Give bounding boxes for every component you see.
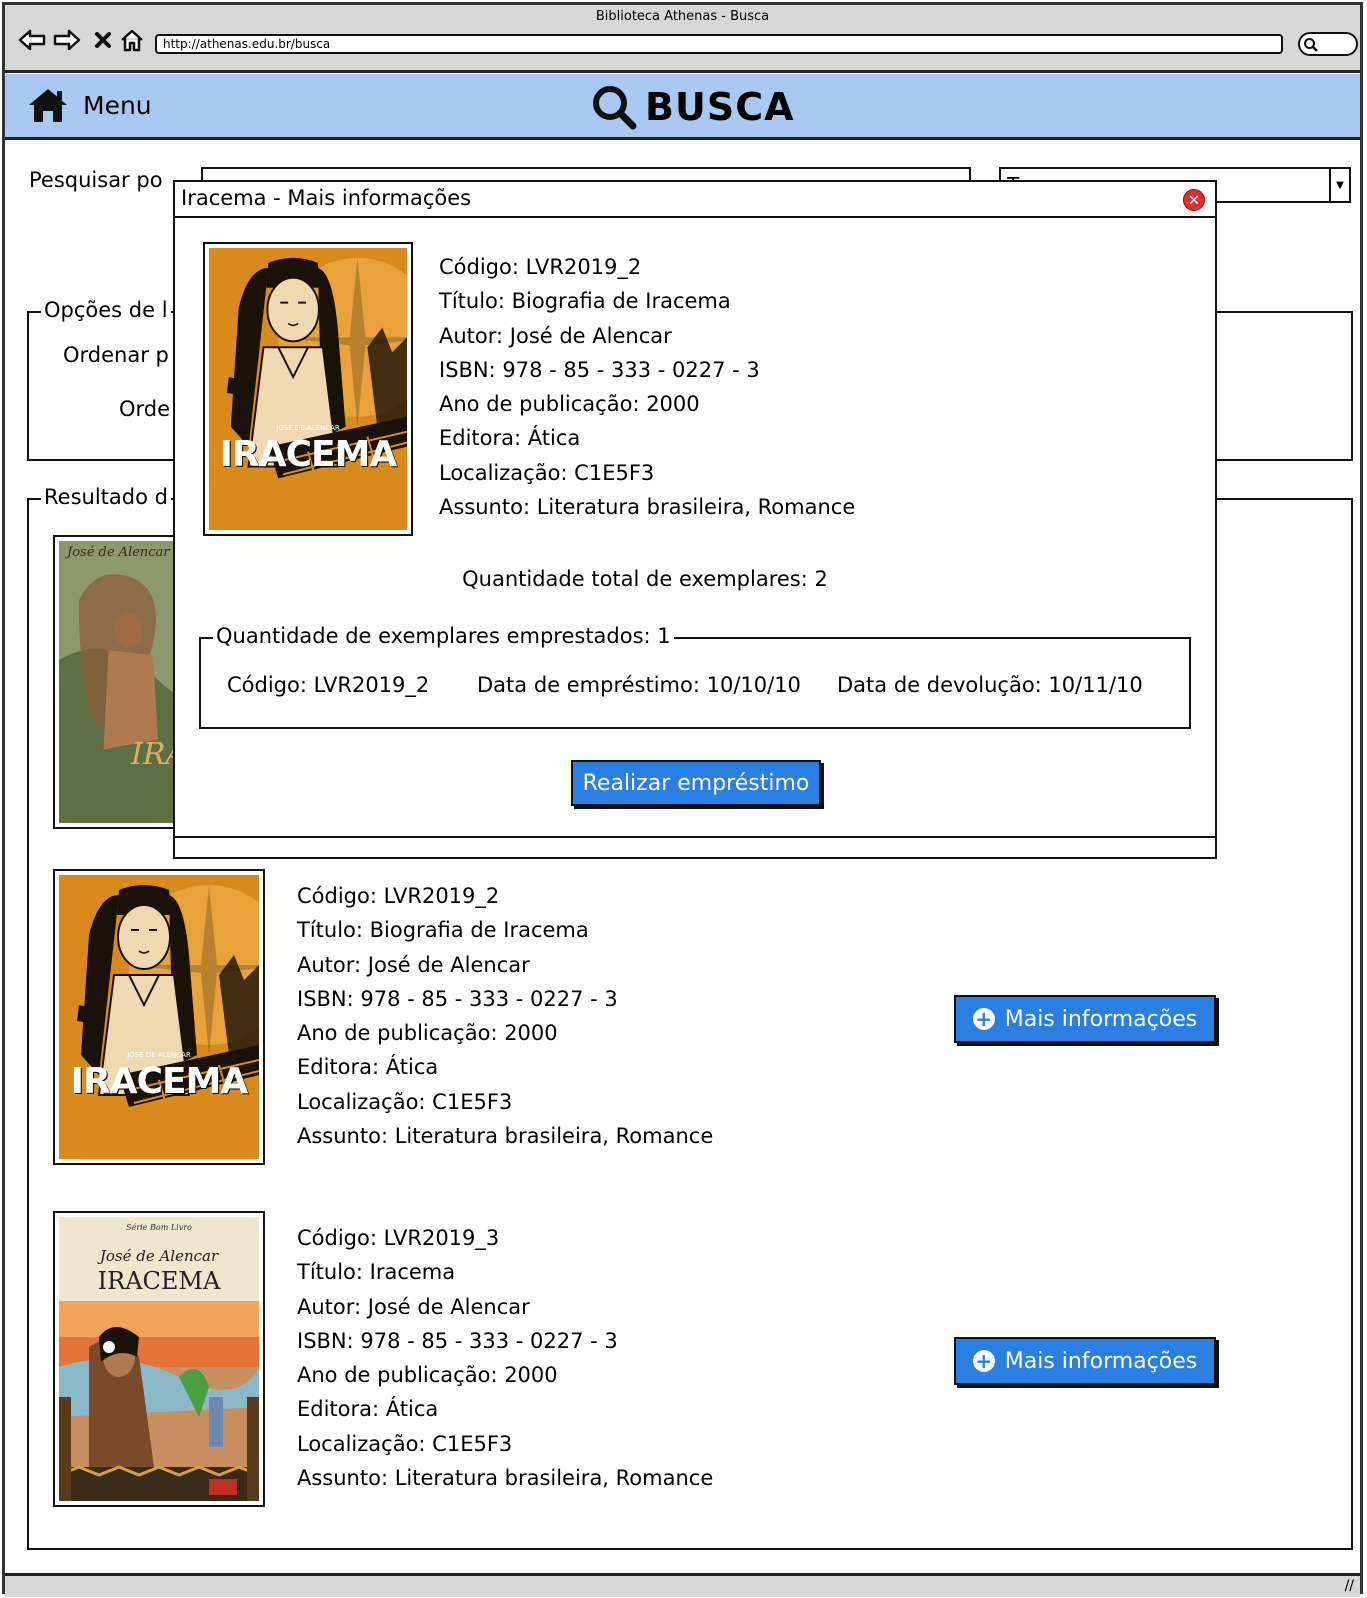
book-year: Ano de publicação: 2000 xyxy=(297,1363,558,1388)
book-title: Título: Iracema xyxy=(297,1260,456,1285)
cover-author: JOSÉ DE ALENCAR xyxy=(276,424,340,432)
page-title-text: BUSCA xyxy=(645,85,795,129)
resize-grip-icon[interactable]: // xyxy=(1345,1578,1354,1594)
order-label: Orde xyxy=(119,397,171,421)
home-nav-icon[interactable] xyxy=(117,25,147,55)
address-bar[interactable]: http://athenas.edu.br/busca xyxy=(155,34,1283,54)
cover-title: IRACEMA xyxy=(97,1267,221,1295)
book-title: Título: Biografia de Iracema xyxy=(297,918,589,943)
loans-fieldset: Quantidade de exemplares emprestados: 1 … xyxy=(199,624,1191,729)
app-header: Menu BUSCA xyxy=(5,74,1360,140)
loans-legend: Quantidade de exemplares emprestados: 1 xyxy=(213,624,674,648)
book-isbn: ISBN: 978 - 85 - 333 - 0227 - 3 xyxy=(297,986,618,1011)
book-title: Título: Biografia de Iracema xyxy=(439,289,731,314)
book-subject: Assunto: Literatura brasileira, Romance xyxy=(439,495,856,520)
modal-book-info: Código: LVR2019_2 Título: Biografia de I… xyxy=(439,250,855,524)
book-cover: Série Bom Livro José de Alencar IRACEMA xyxy=(53,1211,265,1507)
more-info-label: Mais informações xyxy=(1004,1006,1198,1032)
book-code: Código: LVR2019_2 xyxy=(297,884,500,908)
stop-icon[interactable] xyxy=(88,25,118,55)
menu-label: Menu xyxy=(83,90,152,120)
modal-header: Iracema - Mais informações ✕ xyxy=(175,182,1215,218)
book-subject: Assunto: Literatura brasileira, Romance xyxy=(297,1466,714,1491)
book-year: Ano de publicação: 2000 xyxy=(297,1021,558,1046)
plus-circle-icon: + xyxy=(972,1008,995,1030)
chevron-down-icon: ▼ xyxy=(1329,169,1349,201)
book-author: Autor: José de Alencar xyxy=(297,952,530,977)
book-publisher: Editora: Ática xyxy=(297,1397,439,1422)
home-icon xyxy=(29,89,67,122)
more-info-button[interactable]: + Mais informações xyxy=(954,1337,1216,1385)
book-location: Localização: C1E5F3 xyxy=(439,460,655,485)
book-location: Localização: C1E5F3 xyxy=(297,1431,513,1456)
search-icon xyxy=(593,86,637,130)
return-date: Data de devolução: 10/11/10 xyxy=(837,673,1143,697)
modal-divider xyxy=(175,836,1215,838)
book-author: Autor: José de Alencar xyxy=(297,1294,530,1319)
book-subject: Assunto: Literatura brasileira, Romance xyxy=(297,1124,714,1149)
book-isbn: ISBN: 978 - 85 - 333 - 0227 - 3 xyxy=(439,357,760,382)
book-code: Código: LVR2019_3 xyxy=(297,1226,500,1250)
search-icon xyxy=(1304,38,1318,52)
search-label: Pesquisar po xyxy=(29,168,163,192)
book-info: Código: LVR2019_2 Título: Biografia de I… xyxy=(297,879,713,1153)
more-info-label: Mais informações xyxy=(1004,1348,1198,1374)
cover-author: JOSÉ DE ALENCAR xyxy=(127,1051,191,1059)
book-year: Ano de publicação: 2000 xyxy=(439,392,700,417)
book-details-modal: Iracema - Mais informações ✕ JOSÉ DE ALE… xyxy=(173,180,1217,859)
book-code: Código: LVR2019_2 xyxy=(439,255,642,279)
cover-title: IRACEMA xyxy=(219,434,398,475)
book-publisher: Editora: Ática xyxy=(297,1055,439,1080)
results-legend: Resultado d xyxy=(41,485,171,509)
total-copies: Quantidade total de exemplares: 2 xyxy=(462,567,828,591)
book-isbn: ISBN: 978 - 85 - 333 - 0227 - 3 xyxy=(297,1328,618,1353)
book-author: Autor: José de Alencar xyxy=(439,323,672,348)
options-legend: Opções de l xyxy=(41,298,171,322)
book-location: Localização: C1E5F3 xyxy=(297,1089,513,1114)
forward-icon[interactable] xyxy=(52,25,82,55)
book-info: Código: LVR2019_3 Título: Iracema Autor:… xyxy=(297,1221,713,1495)
loan-code: Código: LVR2019_2 xyxy=(227,673,430,697)
menu-button[interactable]: Menu xyxy=(27,86,152,124)
book-publisher: Editora: Ática xyxy=(439,426,581,451)
sort-label: Ordenar p xyxy=(63,343,169,367)
cover-author: José de Alencar xyxy=(99,1247,219,1265)
status-bar: // xyxy=(5,1573,1360,1597)
cover-author: José de Alencar xyxy=(67,545,170,560)
browser-search-field[interactable] xyxy=(1298,32,1358,56)
modal-title: Iracema - Mais informações xyxy=(181,186,472,210)
window-title: Biblioteca Athenas - Busca xyxy=(595,9,770,24)
browser-window: Biblioteca Athenas - Busca http://athena… xyxy=(2,2,1363,1597)
book-cover: JOSÉ DE ALENCAR IRACEMA xyxy=(203,242,413,536)
cover-series: Série Bom Livro xyxy=(126,1223,192,1232)
plus-circle-icon: + xyxy=(972,1350,995,1372)
book-cover: JOSÉ DE ALENCAR IRACEMA xyxy=(53,869,265,1165)
borrow-button[interactable]: Realizar empréstimo xyxy=(571,760,821,806)
loan-date: Data de empréstimo: 10/10/10 xyxy=(477,673,801,697)
back-icon[interactable] xyxy=(17,25,47,55)
page-title: BUSCA xyxy=(591,84,795,130)
more-info-button[interactable]: + Mais informações xyxy=(954,995,1216,1043)
close-icon[interactable]: ✕ xyxy=(1183,189,1205,211)
cover-title: IRACEMA xyxy=(70,1061,249,1102)
browser-chrome: Biblioteca Athenas - Busca http://athena… xyxy=(5,5,1360,73)
